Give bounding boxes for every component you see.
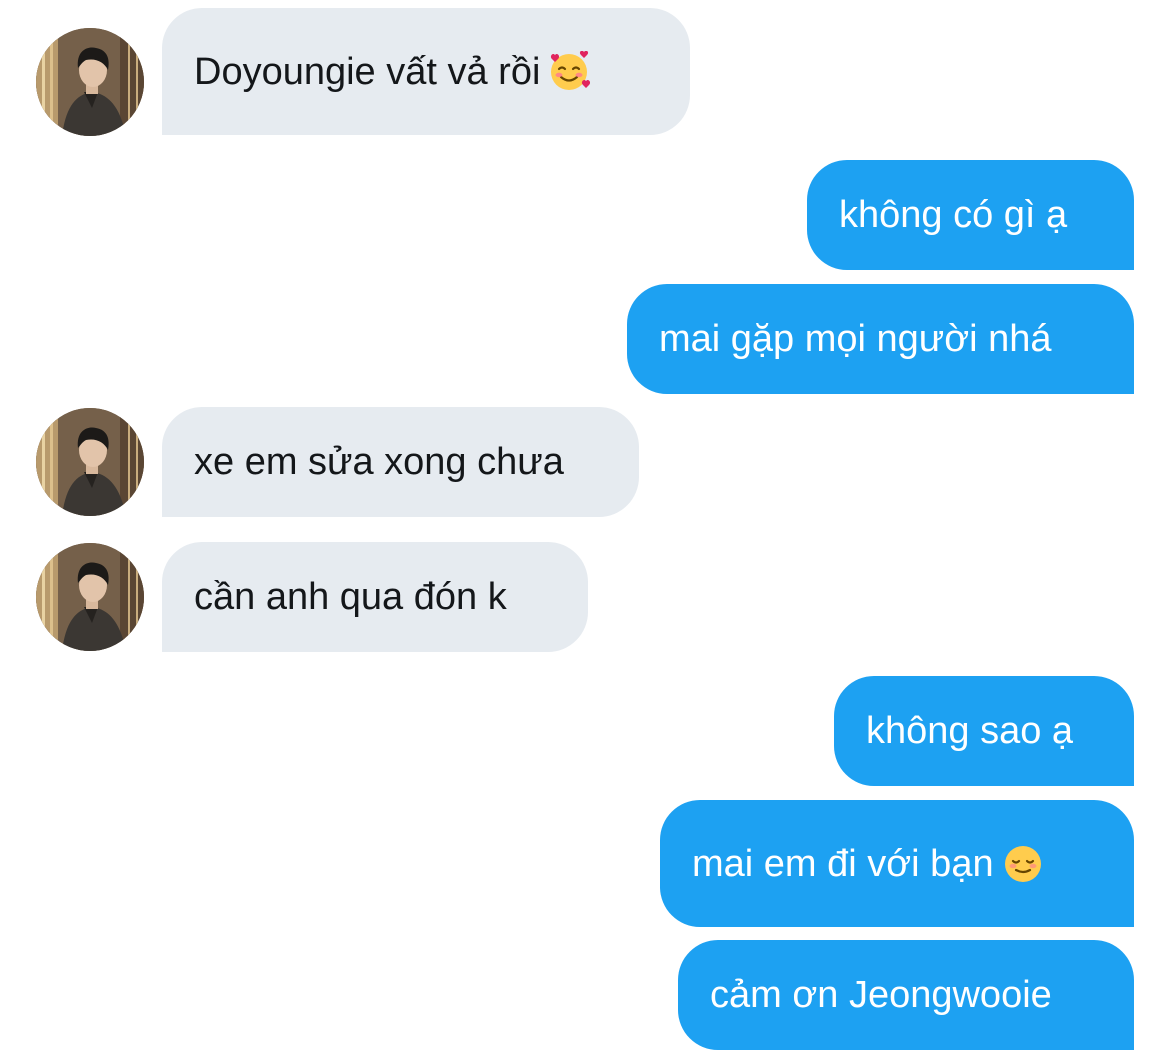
incoming-message-bubble[interactable]: cần anh qua đón k [162,542,588,652]
message-text: cảm ơn Jeongwooie [710,974,1052,1016]
message-text: xe em sửa xong chưa [194,441,564,483]
incoming-message-bubble[interactable]: Doyoungie vất vả rồi [162,8,690,135]
message-text: không có gì ạ [839,194,1068,236]
outgoing-message-bubble[interactable]: cảm ơn Jeongwooie [678,940,1134,1050]
avatar[interactable] [36,408,144,516]
smiling-face-icon [1003,844,1042,883]
smiling-face-with-hearts-icon [550,50,591,91]
message-text: không sao ạ [866,710,1074,752]
outgoing-message-bubble[interactable]: không sao ạ [834,676,1134,786]
avatar[interactable] [36,543,144,651]
incoming-message-bubble[interactable]: xe em sửa xong chưa [162,407,639,517]
outgoing-message-bubble[interactable]: mai gặp mọi người nhá [627,284,1134,394]
outgoing-message-bubble[interactable]: mai em đi với bạn [660,800,1134,927]
message-text: cần anh qua đón k [194,576,507,618]
outgoing-message-bubble[interactable]: không có gì ạ [807,160,1134,270]
message-text: Doyoungie vất vả rồi [194,50,541,93]
message-text: mai em đi với bạn [692,842,994,885]
message-text: mai gặp mọi người nhá [659,318,1052,360]
avatar[interactable] [36,28,144,136]
